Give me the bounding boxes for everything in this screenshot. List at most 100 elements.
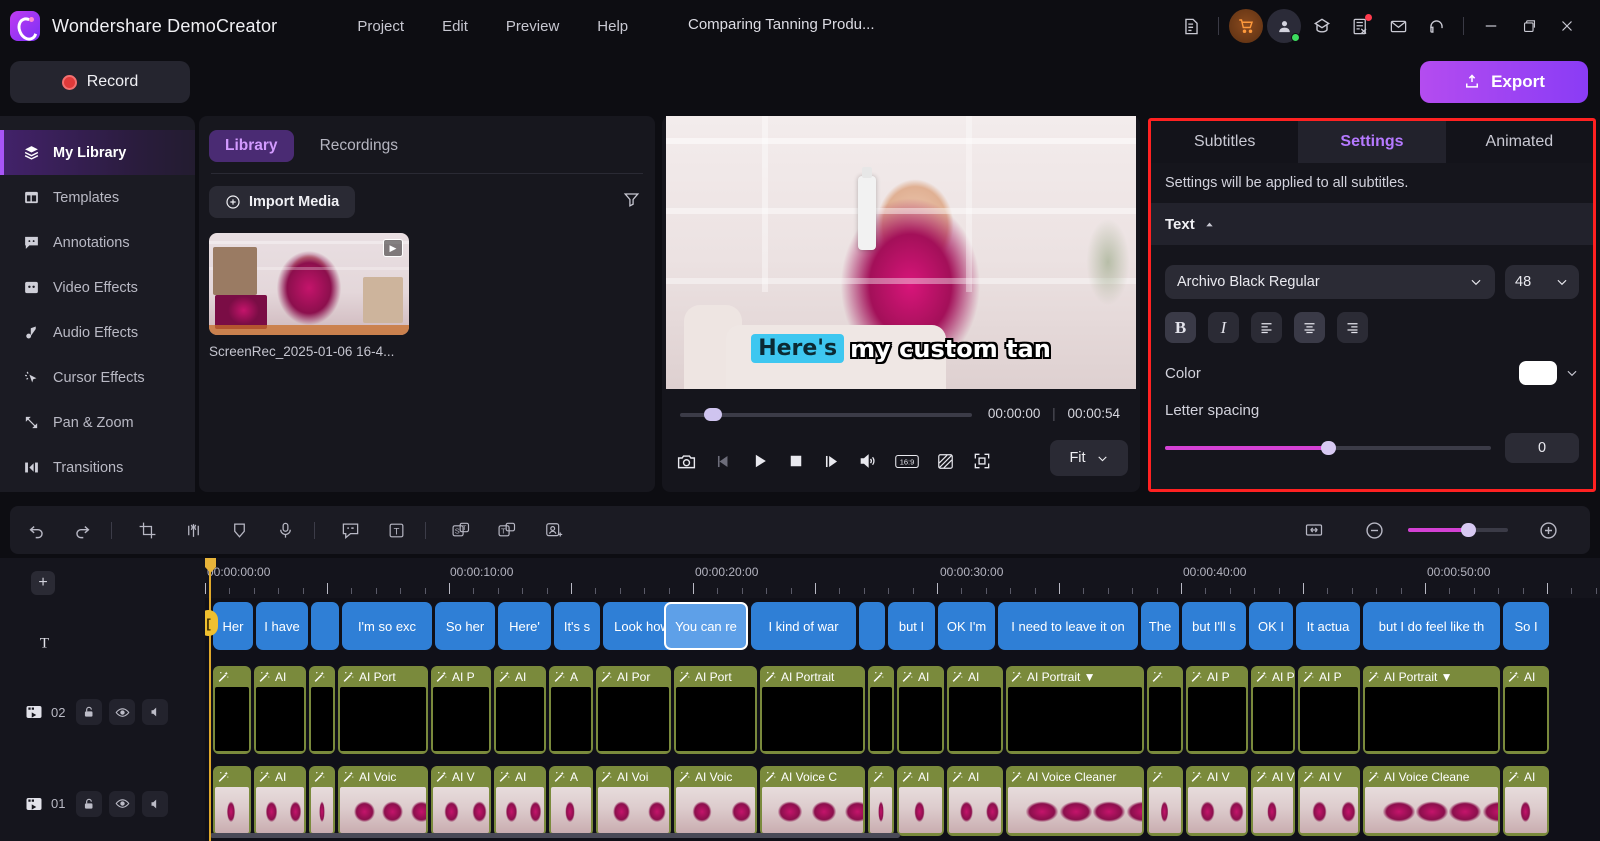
subtitle-clip[interactable]: I kind of war [751,602,856,650]
sidebar-item-pan-zoom[interactable]: Pan & Zoom [0,400,195,445]
audio-clip[interactable] [1147,766,1183,836]
font-family-dropdown[interactable]: Archivo Black Regular [1165,265,1495,299]
subtitle-clip[interactable]: The [1141,602,1179,650]
video-clip[interactable] [309,666,335,754]
timeline-horizontal-scrollbar[interactable] [210,833,900,838]
close-icon[interactable] [1548,7,1586,45]
video-clip[interactable]: AI [494,666,546,754]
menu-item-preview[interactable]: Preview [506,18,559,35]
lock-track-button[interactable] [76,699,102,725]
video-clip[interactable]: AI P [1251,666,1295,754]
cart-icon[interactable] [1229,9,1263,43]
align-center-button[interactable] [1294,312,1325,343]
play-overlay-icon[interactable]: ▶ [383,239,403,257]
video-clip[interactable]: AI [254,666,306,754]
zoom-out-icon[interactable] [1354,510,1394,550]
text-section-header[interactable]: Text [1151,203,1593,245]
subtitle-clip[interactable]: It actua [1296,602,1360,650]
previous-frame-icon[interactable] [714,452,733,471]
sidebar-item-templates[interactable]: Templates [0,175,195,220]
audio-clip[interactable]: AI Voice C [760,766,865,836]
audio-clip[interactable]: AI [254,766,306,836]
video-clip[interactable]: AI Portrait ▼ [1006,666,1144,754]
headset-support-icon[interactable] [1417,7,1455,45]
marker-icon[interactable] [219,510,259,550]
snapshot-icon[interactable] [676,451,697,472]
subtitle-clip[interactable]: OK I'm [938,602,995,650]
filter-icon[interactable] [622,190,641,214]
subtitle-clip[interactable] [311,602,339,650]
audio-clip[interactable] [213,766,251,836]
sidebar-item-video-effects[interactable]: Video Effects [0,265,195,310]
menu-item-edit[interactable]: Edit [442,18,468,35]
playhead[interactable] [209,558,211,841]
video-clip[interactable] [868,666,894,754]
mail-icon[interactable] [1379,7,1417,45]
mute-track-button[interactable] [142,790,168,817]
color-picker[interactable] [1519,361,1579,385]
video-clip[interactable] [213,666,251,754]
fit-dropdown[interactable]: Fit [1050,440,1128,476]
timeline-body[interactable]: 00:00:00:00 00:00:10:00 00:00:20:00 00:00:3… [205,558,1600,841]
sidebar-item-audio-effects[interactable]: Audio Effects [0,310,195,355]
audio-clip[interactable]: AI [494,766,546,836]
audio-clip[interactable]: AI V [1298,766,1360,836]
tab-recordings[interactable]: Recordings [304,130,414,162]
split-icon[interactable] [173,510,213,550]
align-left-button[interactable] [1251,312,1282,343]
video-canvas[interactable]: Here's my custom tan [666,116,1136,389]
audio-clip[interactable]: AI Voi [596,766,671,836]
tab-settings[interactable]: Settings [1298,121,1446,163]
subtitle-clip[interactable] [859,602,885,650]
subtitle-clip[interactable]: I'm so exc [342,602,432,650]
subtitle-clip[interactable]: but I do feel like th [1363,602,1500,650]
video-clip[interactable]: AI P [431,666,491,754]
audio-clip[interactable]: AI V [1251,766,1295,836]
subtitle-overlay[interactable]: Here's my custom tan [666,334,1136,363]
aspect-ratio-icon[interactable]: 16:9 [895,453,919,470]
video-clip[interactable]: AI Portrait ▼ [1363,666,1500,754]
subtitle-clip[interactable]: Here' [498,602,551,650]
video-clip[interactable]: AI P [1186,666,1248,754]
video-clip[interactable]: AI [1503,666,1549,754]
subtitle-clip[interactable]: It's s [554,602,600,650]
scrubber-track[interactable] [680,413,972,417]
sidebar-item-cursor-effects[interactable]: Cursor Effects [0,355,195,400]
audio-clip[interactable]: AI V [1186,766,1248,836]
audio-clip[interactable]: AI [1503,766,1549,836]
add-track-button[interactable]: + [31,571,55,595]
menu-item-project[interactable]: Project [357,18,404,35]
zoom-in-icon[interactable] [1528,510,1568,550]
bold-button[interactable]: B [1165,312,1196,343]
subtitle-clip[interactable]: Her [213,602,253,650]
subtitle-clip[interactable]: OK I [1249,602,1293,650]
audio-clip[interactable]: A [549,766,593,836]
slider-handle[interactable] [1461,523,1476,537]
video-clip[interactable]: AI Port [338,666,428,754]
subtitle-clip[interactable]: I have [256,602,308,650]
subtitle-clip[interactable]: but I'll s [1182,602,1246,650]
subtitle-clip[interactable]: but I [888,602,935,650]
color-swatch[interactable] [1519,361,1557,385]
video-clip[interactable]: AI Por [596,666,671,754]
mute-track-button[interactable] [142,699,168,725]
subtitle-clip[interactable]: You can re [664,602,748,650]
fit-timeline-icon[interactable] [1294,510,1334,550]
video-track-02[interactable]: AI AI Port AI P AI A AI Por AI Port AI Portrait… [205,666,1600,758]
scrubber-handle[interactable] [704,408,722,421]
sidebar-item-my-library[interactable]: My Library [0,130,195,175]
tab-animated[interactable]: Animated [1446,121,1593,163]
font-size-dropdown[interactable]: 48 [1505,265,1579,299]
preview-scrubber[interactable]: 00:00:00 | 00:00:54 [680,406,1120,424]
sidebar-item-annotations[interactable]: Annotations [0,220,195,265]
volume-icon[interactable] [858,451,878,471]
audio-clip[interactable]: AI Voic [674,766,757,836]
fullscreen-icon[interactable] [972,451,992,471]
video-clip[interactable]: AI [947,666,1003,754]
text-icon[interactable]: T [376,510,416,550]
audio-clip[interactable]: AI Voic [338,766,428,836]
video-clip[interactable]: AI Portrait [760,666,865,754]
timeline-ruler[interactable]: 00:00:00:00 00:00:10:00 00:00:20:00 00:00:3… [205,558,1600,598]
record-button[interactable]: Record [10,61,190,103]
subtitle-clip[interactable]: So her [435,602,495,650]
